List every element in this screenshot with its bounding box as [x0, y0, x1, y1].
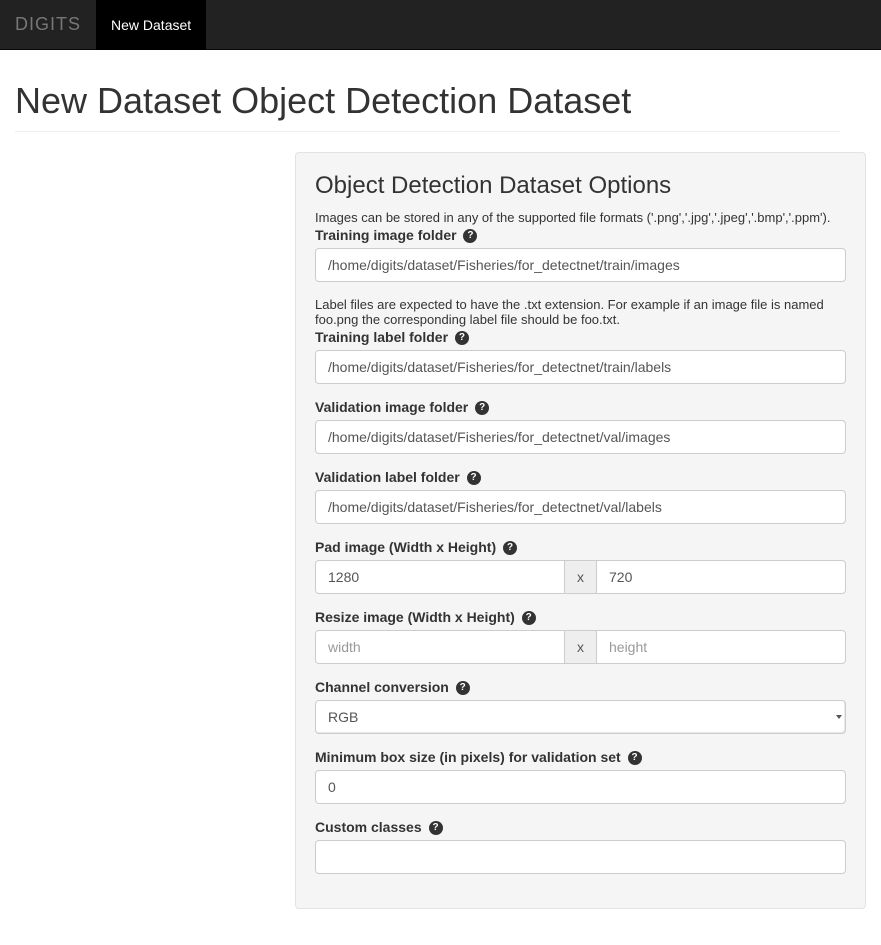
intro-text: Images can be stored in any of the suppo… [315, 210, 846, 225]
dimension-separator: x [565, 630, 596, 664]
page-header: New Dataset Object Detection Dataset [15, 70, 840, 132]
help-icon[interactable]: ? [429, 821, 443, 835]
validation-image-input[interactable] [315, 420, 846, 454]
validation-image-label: Validation image folder [315, 399, 468, 415]
resize-width-input[interactable] [315, 630, 565, 664]
help-icon[interactable]: ? [467, 471, 481, 485]
help-icon[interactable]: ? [522, 611, 536, 625]
brand-link[interactable]: DIGITS [0, 0, 96, 50]
pad-height-input[interactable] [596, 560, 846, 594]
help-icon[interactable]: ? [503, 541, 517, 555]
resize-image-label: Resize image (Width x Height) [315, 609, 515, 625]
channel-conversion-select[interactable]: RGB [315, 700, 846, 734]
resize-height-input[interactable] [596, 630, 846, 664]
help-icon[interactable]: ? [463, 229, 477, 243]
validation-label-label: Validation label folder [315, 469, 460, 485]
pad-image-label: Pad image (Width x Height) [315, 539, 496, 555]
help-icon[interactable]: ? [456, 681, 470, 695]
custom-classes-input[interactable] [315, 840, 846, 874]
channel-conversion-label: Channel conversion [315, 679, 449, 695]
validation-label-input[interactable] [315, 490, 846, 524]
navbar: DIGITS New Dataset [0, 0, 881, 50]
training-image-label: Training image folder [315, 227, 457, 243]
min-box-label: Minimum box size (in pixels) for validat… [315, 749, 621, 765]
min-box-input[interactable] [315, 770, 846, 804]
help-icon[interactable]: ? [628, 751, 642, 765]
custom-classes-label: Custom classes [315, 819, 422, 835]
nav-new-dataset[interactable]: New Dataset [96, 0, 206, 50]
label-help-text: Label files are expected to have the .tx… [315, 297, 846, 327]
training-label-label: Training label folder [315, 329, 448, 345]
options-panel: Object Detection Dataset Options Images … [295, 152, 866, 909]
pad-width-input[interactable] [315, 560, 565, 594]
page-title: New Dataset Object Detection Dataset [15, 80, 840, 122]
help-icon[interactable]: ? [475, 401, 489, 415]
panel-title: Object Detection Dataset Options [315, 172, 846, 200]
training-label-input[interactable] [315, 350, 846, 384]
help-icon[interactable]: ? [455, 331, 469, 345]
training-image-input[interactable] [315, 248, 846, 282]
dimension-separator: x [565, 560, 596, 594]
